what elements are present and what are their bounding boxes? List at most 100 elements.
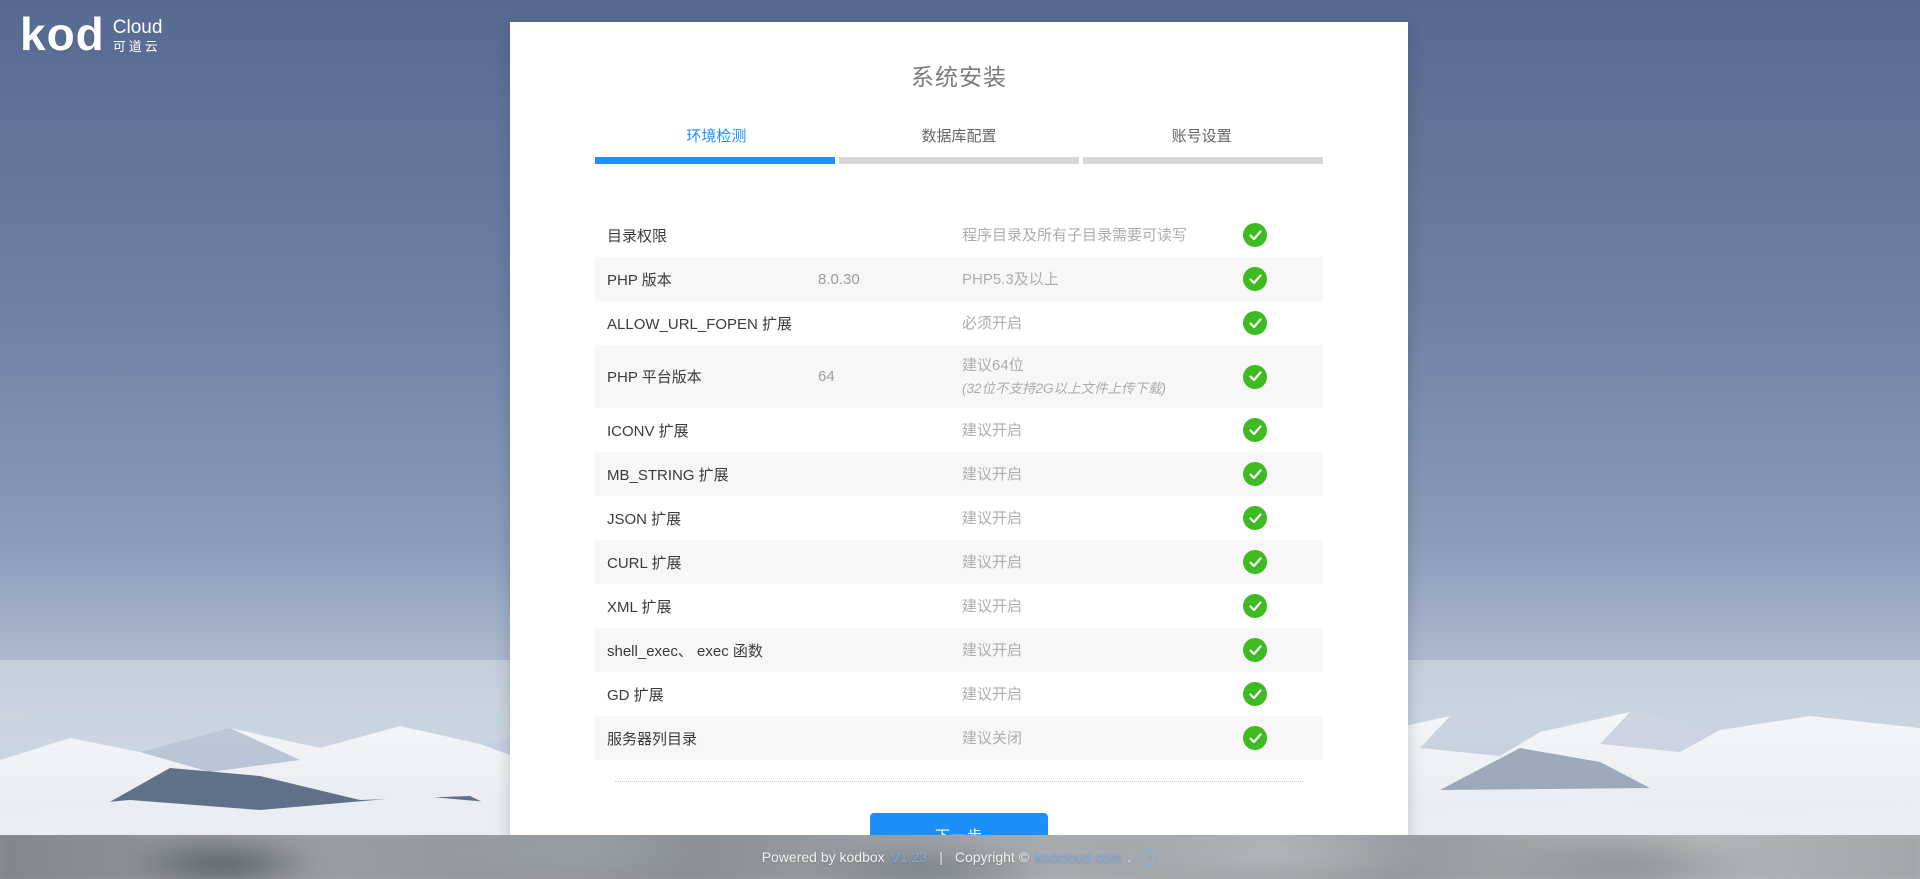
check-row: MB_STRING 扩展 建议开启 (595, 452, 1323, 496)
check-label: 目录权限 (607, 225, 818, 246)
check-value: 8.0.30 (818, 271, 962, 288)
check-requirement: 建议开启 (962, 414, 1243, 447)
kodcloud-logo: kod Cloud 可道云 (20, 8, 162, 60)
check-status (1243, 311, 1267, 335)
check-status (1243, 638, 1267, 662)
check-label: JSON 扩展 (607, 508, 818, 529)
check-pass-icon (1243, 506, 1267, 530)
divider (615, 781, 1303, 782)
check-status (1243, 267, 1267, 291)
requirement-text: 建议开启 (962, 554, 1022, 571)
check-requirement: 建议开启 (962, 678, 1243, 711)
check-pass-icon (1243, 418, 1267, 442)
check-pass-icon (1243, 267, 1267, 291)
check-requirement: 建议开启 (962, 634, 1243, 667)
check-row: ALLOW_URL_FOPEN 扩展 必须开启 (595, 301, 1323, 345)
check-pass-icon (1243, 726, 1267, 750)
step-progress-segment-3 (1083, 157, 1323, 164)
install-page: kod Cloud 可道云 系统安装 环境检测 数据库配置 账号设置 目录权限 … (0, 0, 1920, 879)
check-label: 服务器列目录 (607, 728, 818, 749)
check-pass-icon (1243, 223, 1267, 247)
requirement-text: 建议关闭 (962, 730, 1022, 747)
check-label: shell_exec、 exec 函数 (607, 640, 818, 661)
footer-period: . (1127, 849, 1131, 865)
requirement-note: (32位不支持2G以上文件上传下载) (962, 378, 1243, 399)
check-requirement: 建议64位 (32位不支持2G以上文件上传下载) (962, 349, 1243, 405)
page-title: 系统安装 (595, 58, 1323, 92)
step-progress-bar (595, 157, 1323, 164)
tab-environment-check[interactable]: 环境检测 (595, 119, 838, 157)
check-table: 目录权限 程序目录及所有子目录需要可读写 PHP 版本 8.0.30 PHP5.… (595, 213, 1323, 760)
check-status (1243, 462, 1267, 486)
check-requirement: PHP5.3及以上 (962, 263, 1243, 296)
check-label: CURL 扩展 (607, 552, 818, 573)
info-icon[interactable]: i (1141, 849, 1158, 866)
requirement-text: 建议开启 (962, 510, 1022, 527)
check-requirement: 程序目录及所有子目录需要可读写 (962, 219, 1243, 252)
requirement-text: 必须开启 (962, 315, 1022, 332)
check-pass-icon (1243, 682, 1267, 706)
kodcloud-link[interactable]: kodcloud.com (1035, 849, 1121, 865)
check-requirement: 建议开启 (962, 590, 1243, 623)
check-row: 服务器列目录 建议关闭 (595, 716, 1323, 760)
step-progress-segment-1 (595, 157, 835, 164)
check-label: XML 扩展 (607, 596, 818, 617)
footer-bar: Powered by kodbox V1.23 | Copyright © ko… (0, 835, 1920, 879)
check-requirement: 建议开启 (962, 458, 1243, 491)
check-requirement: 建议开启 (962, 546, 1243, 579)
requirement-text: 建议开启 (962, 422, 1022, 439)
step-progress-segment-2 (839, 157, 1079, 164)
check-pass-icon (1243, 550, 1267, 574)
check-label: PHP 版本 (607, 269, 818, 290)
check-label: PHP 平台版本 (607, 366, 818, 387)
footer-separator: | (939, 849, 943, 865)
requirement-text: 建议开启 (962, 686, 1022, 703)
check-requirement: 建议关闭 (962, 722, 1243, 755)
check-status (1243, 682, 1267, 706)
check-row: PHP 版本 8.0.30 PHP5.3及以上 (595, 257, 1323, 301)
installer-tabs: 环境检测 数据库配置 账号设置 (595, 119, 1323, 157)
check-row: JSON 扩展 建议开启 (595, 496, 1323, 540)
requirement-text: 建议开启 (962, 466, 1022, 483)
logo-cloud-text: Cloud (113, 17, 163, 38)
requirement-text: 程序目录及所有子目录需要可读写 (962, 227, 1187, 244)
logo-chinese-text: 可道云 (113, 38, 163, 55)
check-requirement: 建议开启 (962, 502, 1243, 535)
check-row: 目录权限 程序目录及所有子目录需要可读写 (595, 213, 1323, 257)
tab-database-config[interactable]: 数据库配置 (838, 119, 1081, 157)
version-text: V1.23 (891, 849, 928, 865)
check-requirement: 必须开启 (962, 307, 1243, 340)
check-row: shell_exec、 exec 函数 建议开启 (595, 628, 1323, 672)
tab-account-settings[interactable]: 账号设置 (1080, 119, 1323, 157)
check-label: GD 扩展 (607, 684, 818, 705)
check-status (1243, 418, 1267, 442)
check-pass-icon (1243, 462, 1267, 486)
copyright-text: Copyright © (955, 849, 1029, 865)
requirement-text: PHP5.3及以上 (962, 271, 1059, 288)
check-row: ICONV 扩展 建议开启 (595, 408, 1323, 452)
check-pass-icon (1243, 365, 1267, 389)
check-status (1243, 726, 1267, 750)
requirement-text: 建议开启 (962, 598, 1022, 615)
check-status (1243, 223, 1267, 247)
logo-kod-text: kod (20, 8, 105, 60)
check-row: GD 扩展 建议开启 (595, 672, 1323, 716)
check-row: PHP 平台版本 64 建议64位 (32位不支持2G以上文件上传下载) (595, 345, 1323, 408)
check-row: CURL 扩展 建议开启 (595, 540, 1323, 584)
check-label: MB_STRING 扩展 (607, 464, 818, 485)
requirement-text: 建议开启 (962, 642, 1022, 659)
check-row: XML 扩展 建议开启 (595, 584, 1323, 628)
requirement-text: 建议64位 (962, 357, 1024, 374)
powered-by-text: Powered by kodbox (762, 849, 885, 865)
check-value: 64 (818, 368, 962, 385)
check-pass-icon (1243, 594, 1267, 618)
check-label: ALLOW_URL_FOPEN 扩展 (607, 313, 818, 334)
check-pass-icon (1243, 311, 1267, 335)
check-status (1243, 506, 1267, 530)
installer-card: 系统安装 环境检测 数据库配置 账号设置 目录权限 程序目录及所有子目录需要可读… (510, 22, 1408, 879)
check-status (1243, 550, 1267, 574)
check-status (1243, 365, 1267, 389)
check-status (1243, 594, 1267, 618)
check-pass-icon (1243, 638, 1267, 662)
check-label: ICONV 扩展 (607, 420, 818, 441)
